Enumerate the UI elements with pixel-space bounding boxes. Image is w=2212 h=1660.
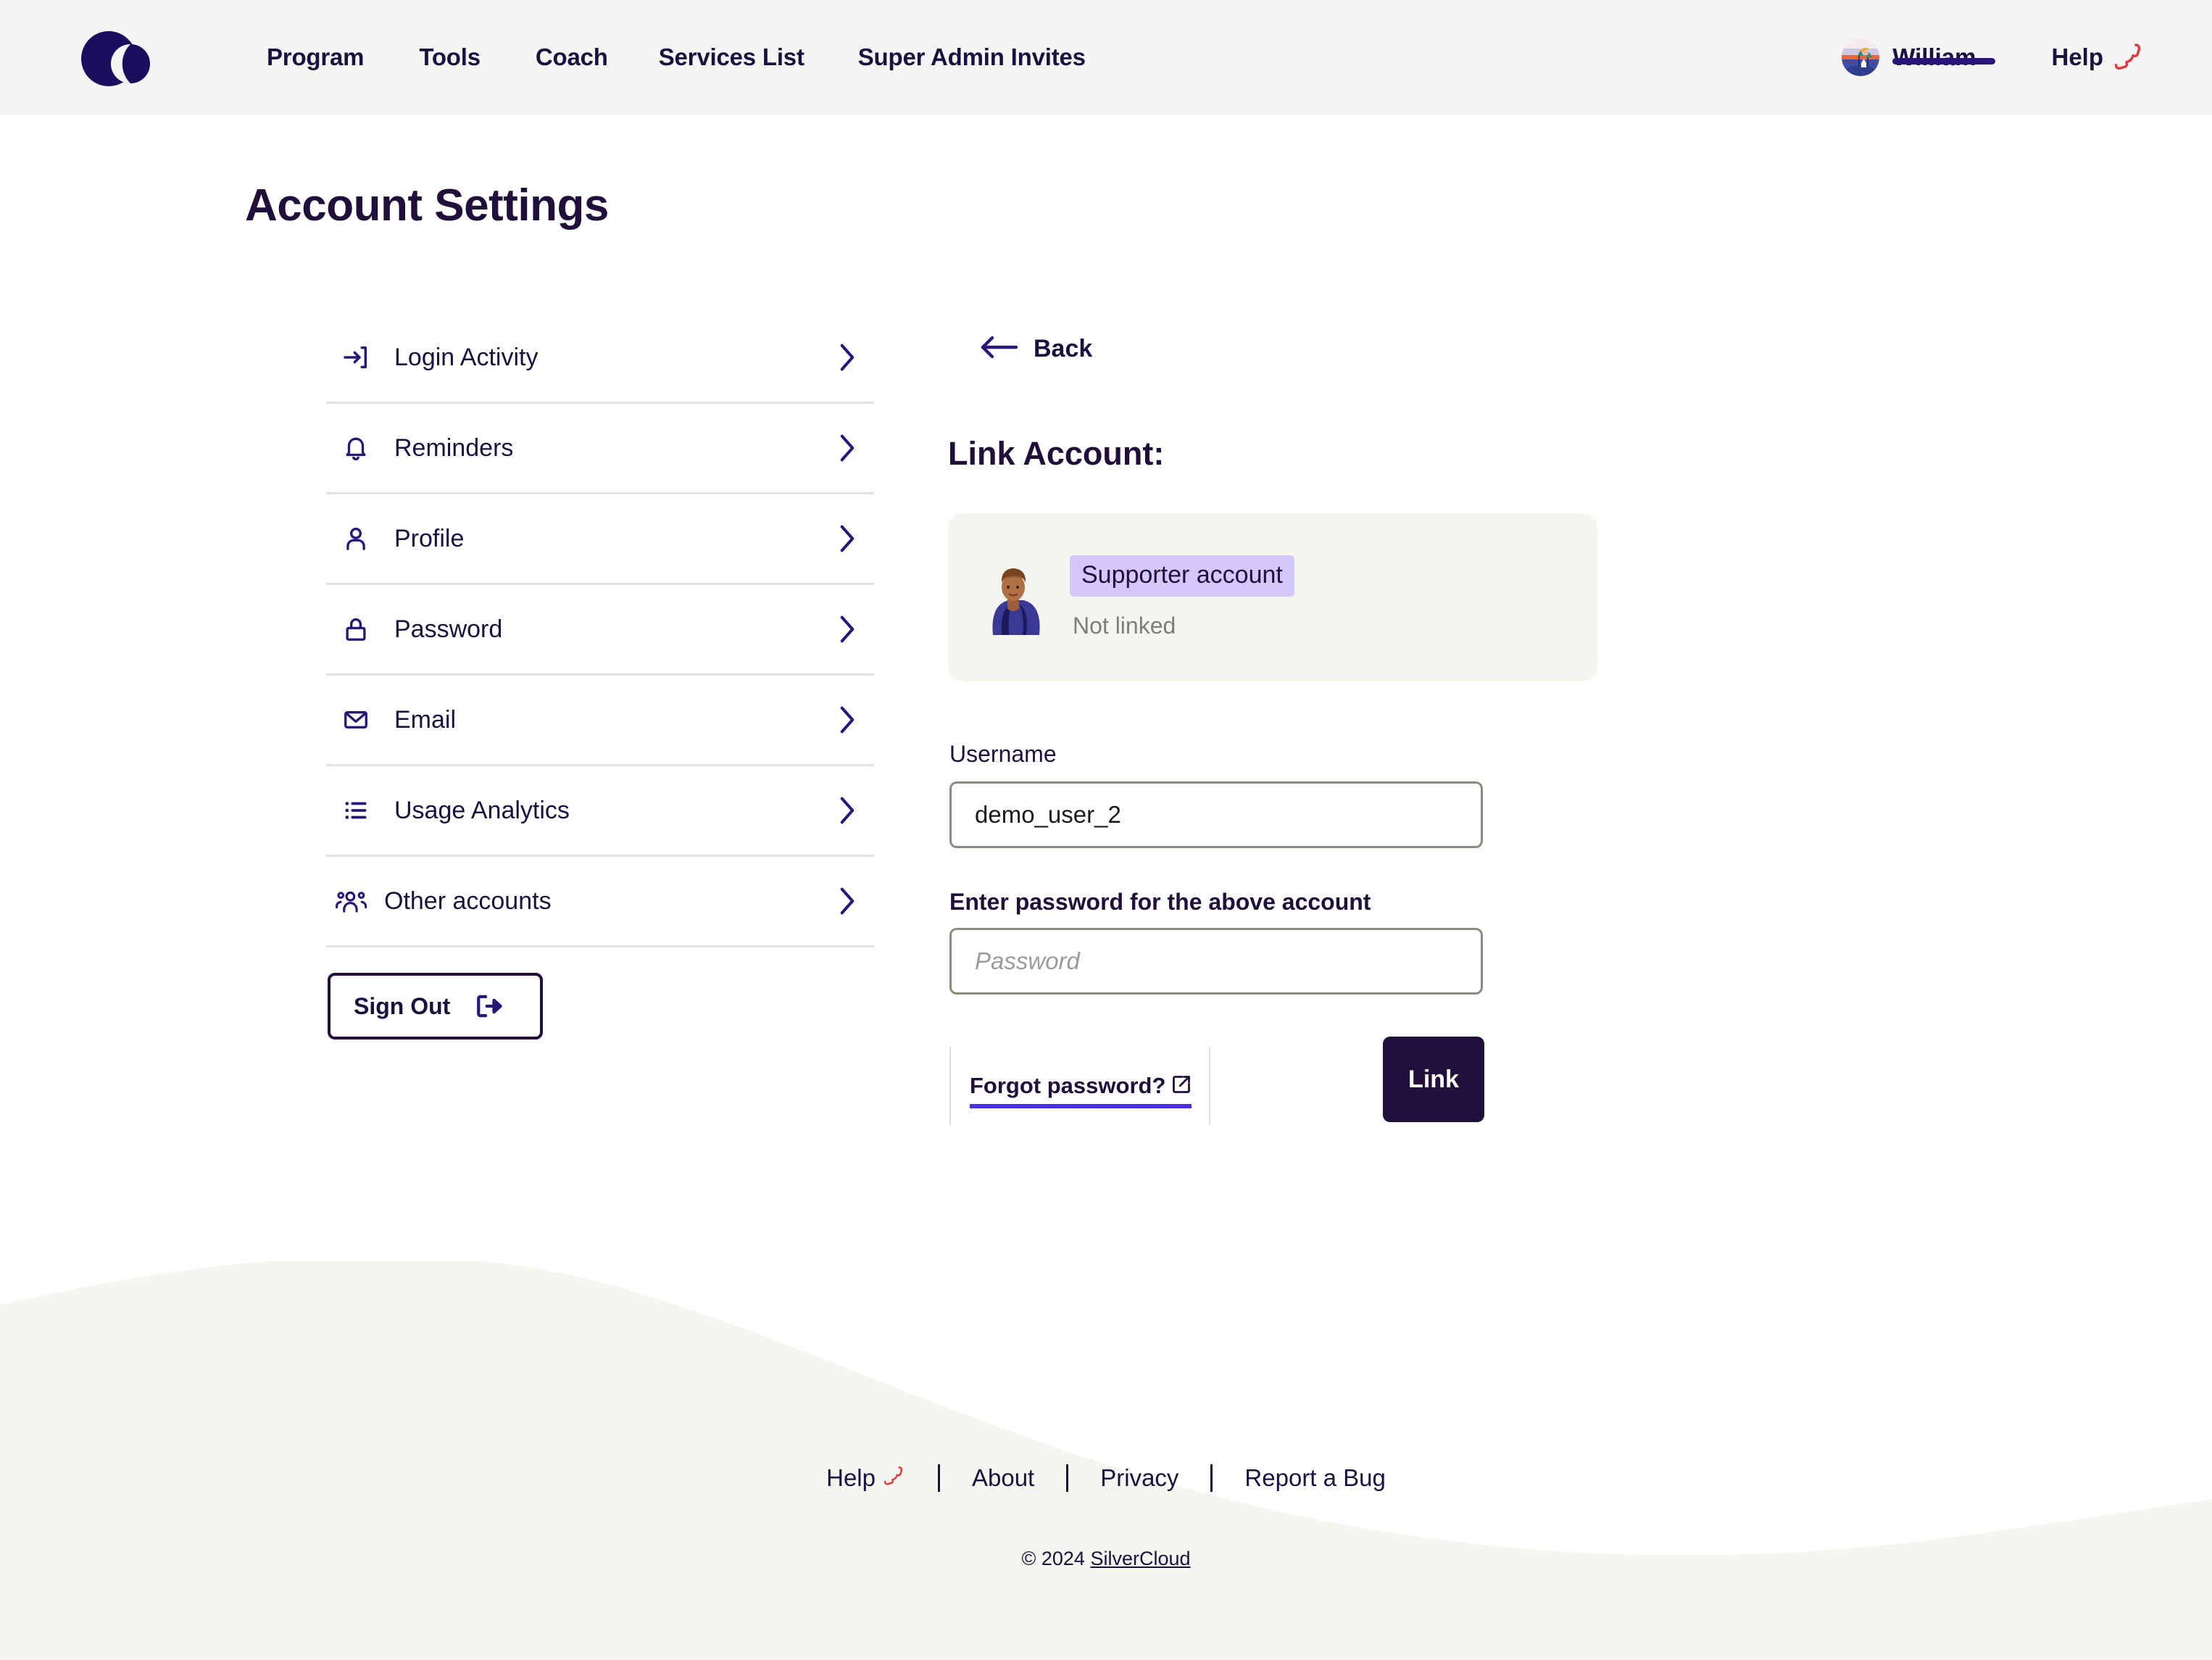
sidebar-item-label: Profile bbox=[394, 524, 465, 552]
arrow-left-icon bbox=[980, 335, 1018, 363]
forgot-password-link[interactable]: Forgot password? bbox=[970, 1073, 1192, 1108]
person-icon bbox=[339, 522, 373, 555]
forgot-password-container: Forgot password? bbox=[949, 1047, 1211, 1125]
username-label: Username bbox=[949, 741, 1057, 767]
phone-icon bbox=[2114, 41, 2145, 75]
bell-icon bbox=[339, 431, 373, 465]
footer-links: Help About Privacy Report a Bug bbox=[0, 1464, 2212, 1492]
forgot-password-label: Forgot password? bbox=[970, 1073, 1166, 1098]
footer-link-about[interactable]: About bbox=[972, 1464, 1034, 1492]
footer-help-label: Help bbox=[826, 1464, 876, 1491]
chevron-right-icon bbox=[836, 341, 858, 374]
copyright-notice: © 2024 SilverCloud bbox=[0, 1548, 2212, 1570]
help-button[interactable]: Help bbox=[2051, 41, 2145, 75]
sign-out-button[interactable]: Sign Out bbox=[328, 973, 543, 1039]
phone-icon bbox=[883, 1464, 906, 1492]
sidebar-item-reminders[interactable]: Reminders bbox=[326, 404, 874, 494]
page-title: Account Settings bbox=[245, 180, 609, 231]
chevron-right-icon bbox=[836, 613, 858, 646]
password-label: Enter password for the above account bbox=[949, 889, 1371, 915]
sign-out-label: Sign Out bbox=[354, 992, 451, 1019]
footer-wave-decoration bbox=[0, 1261, 2212, 1660]
user-name-label: William bbox=[1892, 43, 1976, 70]
user-active-underline bbox=[1892, 58, 1996, 65]
external-link-icon bbox=[1171, 1074, 1192, 1098]
supporter-account-card: Supporter account Not linked bbox=[948, 513, 1597, 681]
status-badge: Supporter account bbox=[1070, 555, 1294, 597]
footer-link-report-a-bug[interactable]: Report a Bug bbox=[1244, 1464, 1385, 1492]
sidebar-item-label: Email bbox=[394, 705, 457, 734]
forgot-password-underline bbox=[970, 1104, 1192, 1108]
footer-divider bbox=[1066, 1464, 1069, 1492]
footer-link-privacy[interactable]: Privacy bbox=[1100, 1464, 1178, 1492]
copyright-text: © 2024 bbox=[1021, 1548, 1091, 1569]
link-account-heading: Link Account: bbox=[948, 435, 1165, 472]
chevron-right-icon bbox=[836, 522, 858, 555]
chevron-right-icon bbox=[836, 703, 858, 736]
supporter-avatar-illustration bbox=[984, 560, 1042, 635]
sidebar-item-profile[interactable]: Profile bbox=[326, 494, 874, 585]
top-navigation-bar: Program Tools Coach Services List Super … bbox=[0, 0, 2212, 115]
sidebar-item-label: Login Activity bbox=[394, 343, 539, 371]
people-icon bbox=[335, 884, 368, 918]
nav-item-program[interactable]: Program bbox=[267, 43, 365, 71]
sidebar-item-login-activity[interactable]: Login Activity bbox=[326, 313, 874, 404]
main-nav-links: Program Tools Coach Services List Super … bbox=[267, 0, 1086, 115]
footer-divider bbox=[937, 1464, 940, 1492]
silvercloud-logo[interactable] bbox=[81, 26, 151, 91]
sidebar-item-password[interactable]: Password bbox=[326, 585, 874, 676]
settings-menu-list: Login Activity Reminders Profile Passwor… bbox=[326, 313, 874, 947]
sidebar-item-label: Usage Analytics bbox=[394, 796, 570, 824]
sidebar-item-email[interactable]: Email bbox=[326, 676, 874, 766]
back-button[interactable]: Back bbox=[980, 335, 1092, 363]
sidebar-item-label: Other accounts bbox=[384, 887, 552, 915]
username-input[interactable] bbox=[949, 781, 1483, 848]
user-menu[interactable]: William bbox=[1842, 38, 1996, 76]
footer-link-help[interactable]: Help bbox=[826, 1464, 906, 1492]
account-settings-page: Program Tools Coach Services List Super … bbox=[0, 0, 2212, 1660]
supporter-info: Supporter account Not linked bbox=[1070, 555, 1294, 639]
chevron-right-icon bbox=[836, 884, 858, 918]
chevron-right-icon bbox=[836, 431, 858, 465]
form-actions: Forgot password? Link bbox=[949, 1037, 1484, 1125]
link-status-text: Not linked bbox=[1073, 613, 1176, 639]
login-arrow-icon bbox=[339, 341, 373, 374]
link-button[interactable]: Link bbox=[1383, 1037, 1484, 1122]
nav-item-tools[interactable]: Tools bbox=[419, 43, 481, 71]
avatar bbox=[1842, 38, 1880, 76]
lock-icon bbox=[339, 613, 373, 646]
sidebar-item-other-accounts[interactable]: Other accounts bbox=[326, 857, 874, 947]
chevron-right-icon bbox=[836, 794, 858, 827]
password-input[interactable] bbox=[949, 928, 1483, 995]
back-label: Back bbox=[1034, 335, 1093, 362]
sign-out-icon bbox=[475, 993, 504, 1019]
nav-item-coach[interactable]: Coach bbox=[536, 43, 608, 71]
nav-item-super-admin-invites[interactable]: Super Admin Invites bbox=[858, 43, 1086, 71]
help-label: Help bbox=[2051, 43, 2103, 70]
sidebar-item-usage-analytics[interactable]: Usage Analytics bbox=[326, 766, 874, 857]
sidebar-item-label: Reminders bbox=[394, 433, 514, 462]
sidebar-item-label: Password bbox=[394, 615, 503, 643]
envelope-icon bbox=[339, 703, 373, 736]
header-right-controls: William Help bbox=[1842, 0, 2145, 115]
footer-divider bbox=[1210, 1464, 1213, 1492]
nav-item-services-list[interactable]: Services List bbox=[659, 43, 804, 71]
list-icon bbox=[339, 794, 373, 827]
brand-link[interactable]: SilverCloud bbox=[1090, 1548, 1190, 1569]
